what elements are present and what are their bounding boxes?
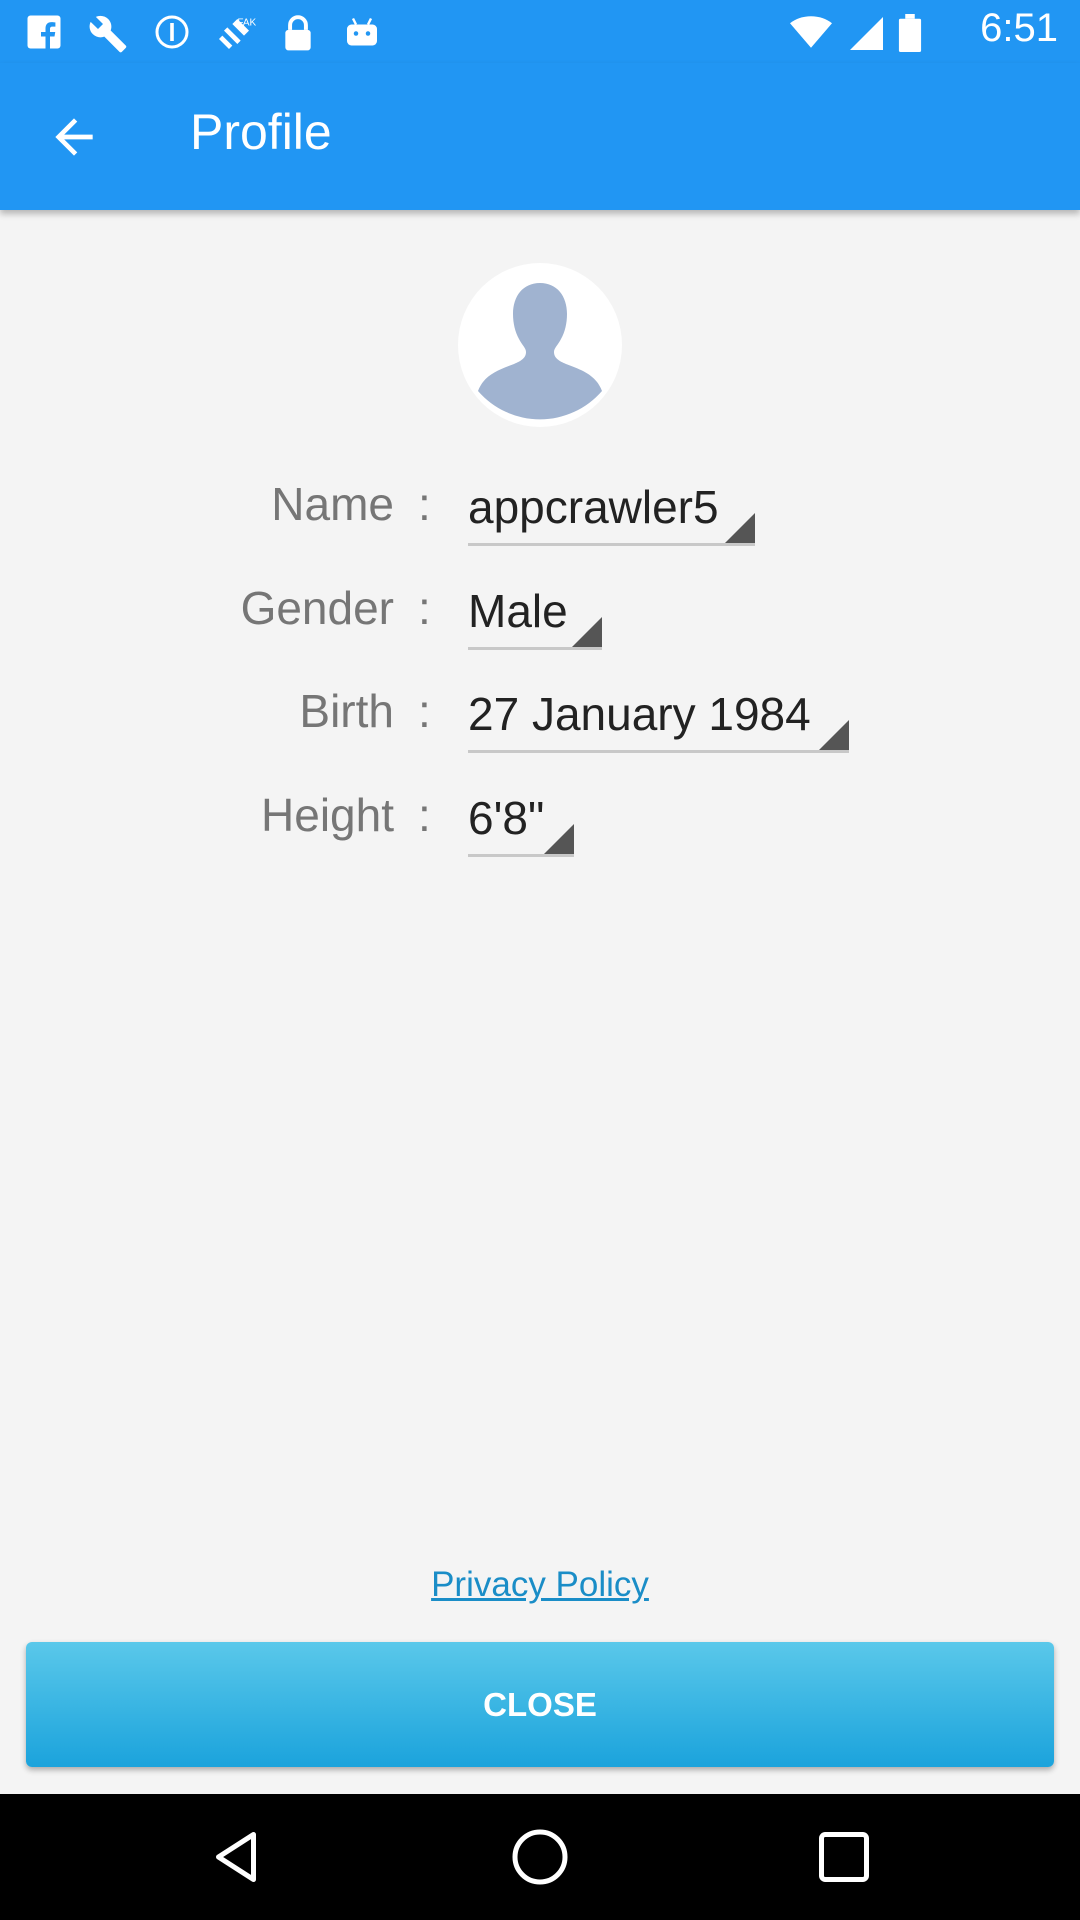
android-icon	[347, 17, 377, 46]
separator: :	[418, 685, 431, 737]
profile-row-birth: Birth : 27 January 1984	[0, 678, 1080, 758]
dropdown-corner-icon	[725, 513, 755, 543]
height-select[interactable]: 6'8"	[468, 782, 574, 857]
birth-label: Birth	[299, 685, 394, 737]
dropdown-corner-icon	[819, 720, 849, 750]
facebook-icon	[27, 15, 61, 49]
page-title: Profile	[190, 104, 332, 160]
svg-text:FAKE: FAKE	[237, 18, 256, 29]
name-field[interactable]: appcrawler5	[468, 471, 755, 546]
separator: :	[418, 478, 431, 530]
dropdown-corner-icon	[572, 617, 602, 647]
app-bar: Profile	[0, 63, 1080, 210]
navigation-bar	[0, 1794, 1080, 1920]
battery-icon	[898, 14, 922, 52]
home-circle-icon[interactable]	[510, 1827, 570, 1887]
height-label: Height	[261, 789, 394, 841]
arrow-back-icon[interactable]	[46, 109, 102, 165]
name-label: Name	[271, 478, 394, 530]
profile-row-gender: Gender : Male	[0, 575, 1080, 655]
birth-value: 27 January 1984	[468, 688, 811, 740]
user-silhouette-icon	[478, 283, 602, 420]
gender-label: Gender	[240, 582, 394, 634]
gender-select[interactable]: Male	[468, 575, 602, 650]
status-time: 6:51	[980, 6, 1058, 50]
close-button[interactable]: CLOSE	[26, 1642, 1054, 1767]
back-triangle-icon[interactable]	[206, 1827, 266, 1887]
avatar[interactable]	[458, 263, 622, 427]
name-value: appcrawler5	[468, 481, 719, 533]
lock-icon	[285, 15, 311, 51]
privacy-policy-link[interactable]: Privacy Policy	[0, 1565, 1080, 1605]
info-icon	[155, 15, 189, 49]
recents-square-icon[interactable]	[814, 1827, 874, 1887]
wrench-icon	[89, 15, 127, 53]
profile-row-height: Height : 6'8"	[0, 782, 1080, 862]
satellite-icon: FAKE	[219, 18, 256, 49]
wifi-icon	[790, 16, 832, 48]
status-bar: FAKE 6:51	[0, 0, 1080, 63]
birth-date-picker[interactable]: 27 January 1984	[468, 678, 849, 753]
separator: :	[418, 789, 431, 841]
dropdown-corner-icon	[544, 824, 574, 854]
separator: :	[418, 582, 431, 634]
signal-icon	[850, 17, 883, 50]
profile-row-name: Name : appcrawler5	[0, 471, 1080, 551]
